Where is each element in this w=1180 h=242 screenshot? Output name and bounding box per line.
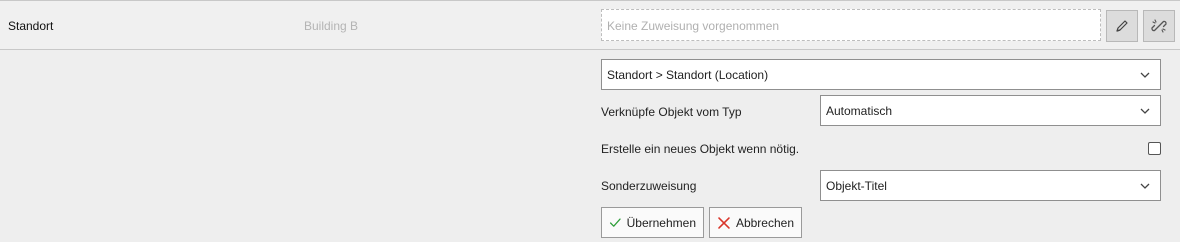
field-row: Standort Building B Keine Zuweisung vorg… [0,0,1180,50]
pencil-icon [1116,20,1128,32]
special-assign-label: Sonderzuweisung [601,179,697,193]
field-value: Building B [304,19,359,33]
link-type-select[interactable]: Automatisch [820,95,1161,126]
location-select[interactable]: Standort > Standort (Location) [601,59,1161,90]
chevron-down-icon [1140,183,1150,189]
special-assign-select[interactable]: Objekt-Titel [820,170,1161,201]
create-new-checkbox[interactable] [1148,142,1161,155]
cancel-button[interactable]: Abbrechen [709,207,802,238]
unlink-icon [1151,19,1167,33]
special-assign-value: Objekt-Titel [826,179,887,193]
apply-button[interactable]: Übernehmen [601,207,704,238]
close-icon [718,216,730,229]
location-select-value: Standort > Standort (Location) [607,68,769,82]
assignment-box[interactable]: Keine Zuweisung vorgenommen [601,9,1101,41]
check-icon [609,217,621,227]
chevron-down-icon [1140,72,1150,78]
link-type-value: Automatisch [826,104,893,118]
create-new-label: Erstelle ein neues Objekt wenn nötig. [601,142,800,156]
link-type-label: Verknüpfe Objekt vom Typ [601,105,742,119]
apply-label: Übernehmen [626,215,696,230]
chevron-down-icon [1140,108,1150,114]
cancel-label: Abbrechen [735,215,794,230]
edit-button[interactable] [1106,10,1138,42]
unlink-button[interactable] [1143,10,1175,42]
field-label: Standort [8,19,54,33]
